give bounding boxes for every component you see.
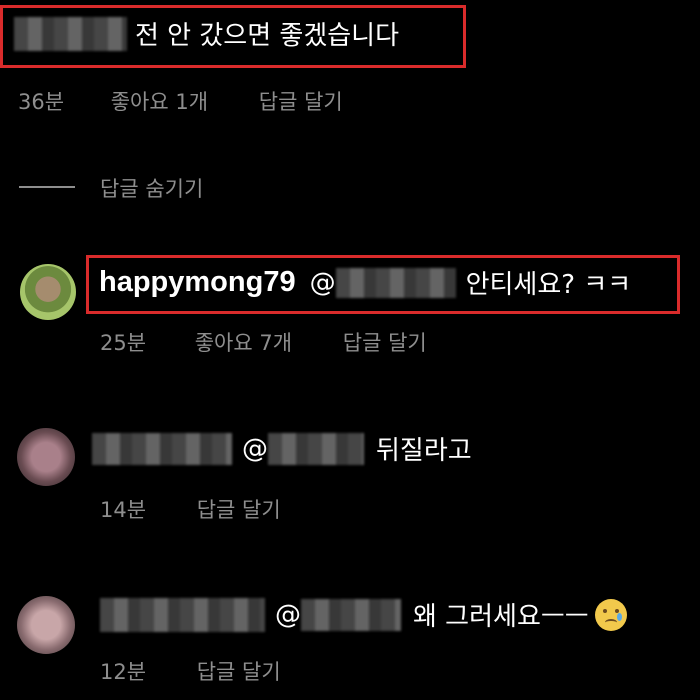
- blurred-username: [14, 16, 127, 51]
- comment-2: happymong79 @ 안티세요? ㅋㅋ: [99, 264, 631, 301]
- comment-4-reply-button[interactable]: 답글 달기: [197, 656, 281, 686]
- blurred-username: [100, 597, 265, 632]
- comment-2-text: 안티세요? ㅋㅋ: [465, 270, 632, 300]
- comment-3-reply-button[interactable]: 답글 달기: [197, 494, 281, 524]
- comment-1-time: 36분: [18, 90, 65, 114]
- comment-3-meta: 14분 답글 달기: [100, 494, 281, 524]
- comment-4-meta: 12분 답글 달기: [100, 656, 281, 686]
- avatar[interactable]: [20, 264, 76, 320]
- mention-at: @: [309, 267, 336, 298]
- comment-3: @ 뒤질라고: [92, 430, 472, 467]
- blurred-username: [92, 432, 232, 465]
- avatar[interactable]: [17, 596, 75, 654]
- comment-4-time: 12분: [100, 660, 147, 684]
- comment-1: 전 안 갔으면 좋겠습니다: [14, 15, 399, 52]
- comment-4: @ 왜 그러세요ㅡㅡ: [100, 596, 627, 633]
- comment-1-text: 전 안 갔으면 좋겠습니다: [135, 21, 399, 51]
- crying-face-icon: [594, 598, 627, 631]
- username-link[interactable]: happymong79: [99, 266, 296, 299]
- blurred-mention: [335, 267, 456, 298]
- comment-4-text: 왜 그러세요ㅡㅡ: [413, 602, 589, 632]
- mention-at: @: [275, 599, 301, 630]
- comment-2-reply-button[interactable]: 답글 달기: [343, 327, 427, 357]
- hide-replies-line: [19, 186, 75, 188]
- blurred-mention: [301, 598, 401, 631]
- comment-2-time: 25분: [100, 331, 147, 355]
- comment-2-meta: 25분 좋아요 7개 답글 달기: [100, 327, 427, 357]
- avatar[interactable]: [17, 428, 75, 486]
- mention-at: @: [242, 433, 268, 464]
- comment-3-text: 뒤질라고: [376, 436, 472, 466]
- hide-replies-button[interactable]: 답글 숨기기: [100, 173, 203, 203]
- blurred-mention: [268, 432, 364, 465]
- comment-3-time: 14분: [100, 498, 147, 522]
- comment-1-reply-button[interactable]: 답글 달기: [259, 86, 343, 116]
- comment-2-likes[interactable]: 좋아요 7개: [195, 327, 292, 357]
- comment-1-likes[interactable]: 좋아요 1개: [111, 86, 208, 116]
- comment-1-meta: 36분 좋아요 1개 답글 달기: [18, 86, 343, 116]
